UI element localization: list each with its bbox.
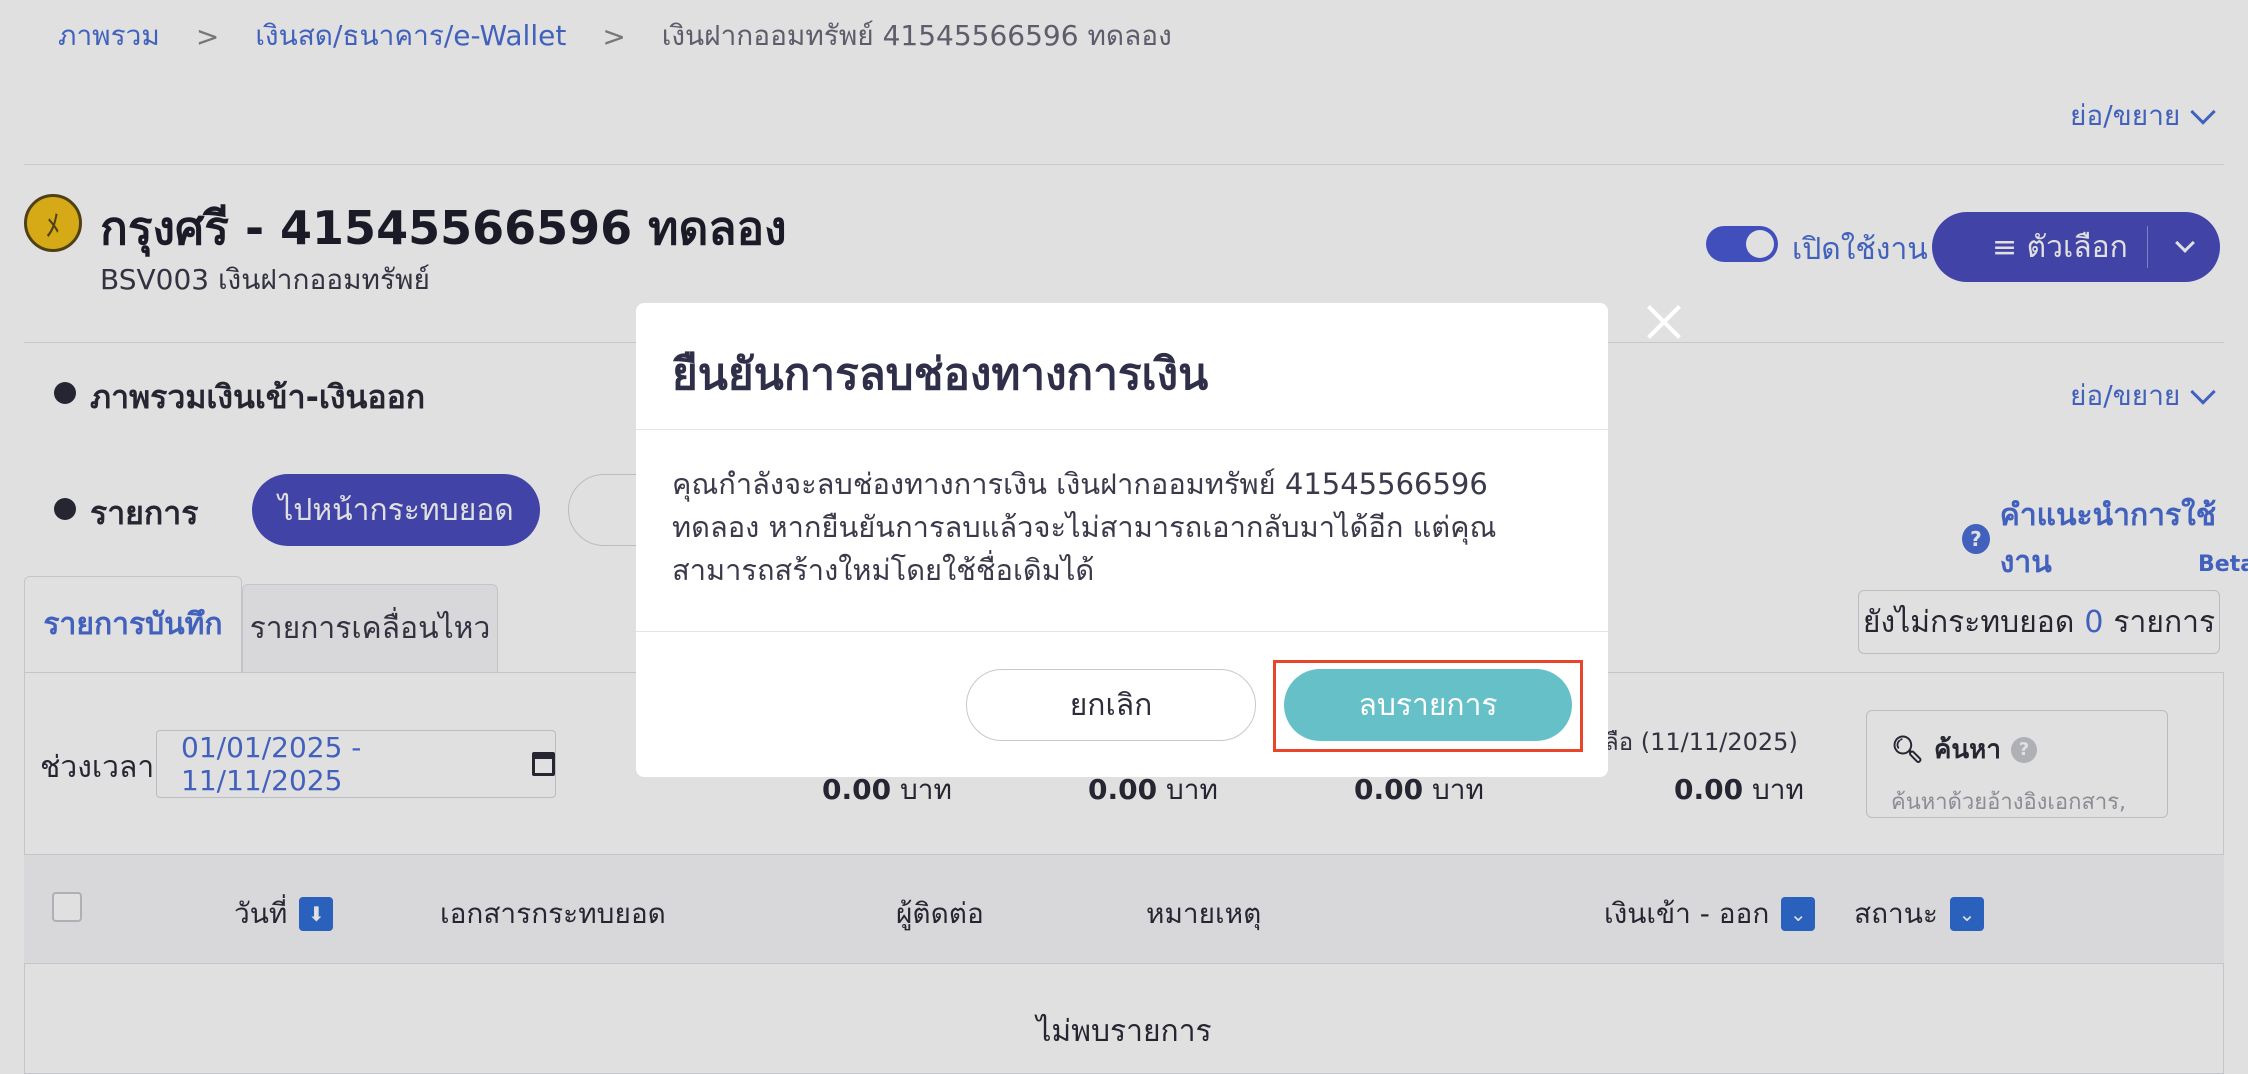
divider [636, 631, 1608, 632]
delete-button[interactable]: ลบรายการ [1284, 669, 1572, 741]
close-icon[interactable] [1646, 304, 1682, 340]
divider [636, 429, 1608, 430]
cancel-button[interactable]: ยกเลิก [966, 669, 1256, 741]
modal-message: คุณกำลังจะลบช่องทางการเงิน เงินฝากออมทรั… [672, 467, 1497, 587]
modal-title: ยืนยันการลบช่องทางการเงิน [672, 349, 1209, 400]
confirm-delete-modal: ยืนยันการลบช่องทางการเงิน คุณกำลังจะลบช่… [636, 303, 1608, 777]
